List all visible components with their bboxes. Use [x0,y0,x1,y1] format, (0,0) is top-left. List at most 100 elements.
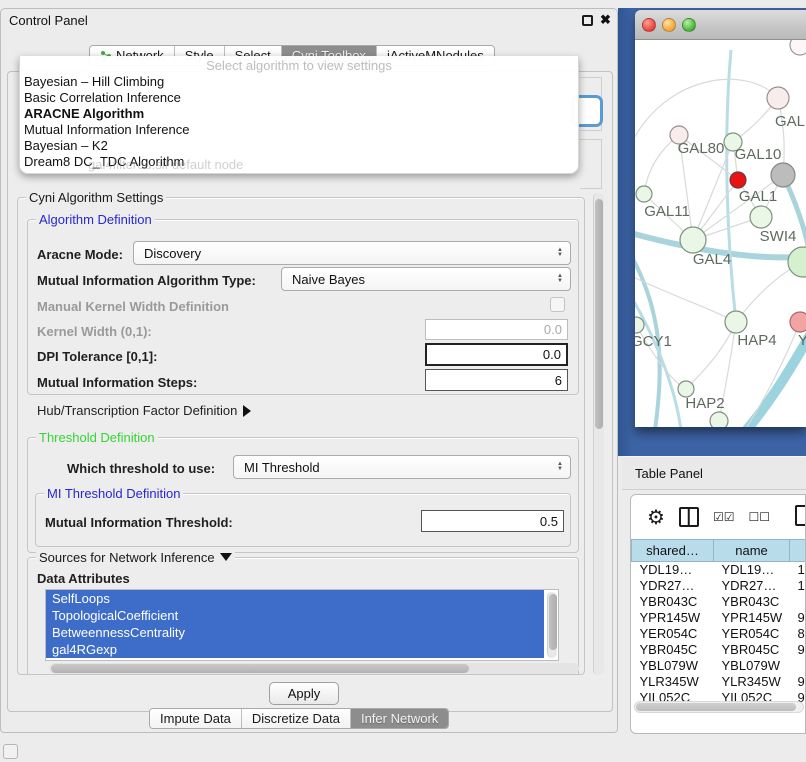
gear-icon[interactable]: ⚙ [647,505,665,530]
table-row[interactable]: YLR345WYLR345W9. [632,674,806,690]
list-horizontal-scrollbar-thumb[interactable] [51,664,469,673]
apply-button-label: Apply [288,686,321,701]
dropdown-item[interactable]: Mutual Information Inference [24,122,189,138]
table-horizontal-scrollbar[interactable] [634,701,804,713]
apply-button[interactable]: Apply [269,682,339,705]
tab-label: Discretize Data [252,711,340,726]
settings-scrollbar-thumb[interactable] [595,199,603,429]
cell[interactable]: YDR27… [714,578,790,594]
cell[interactable]: YBR043C [632,594,714,610]
table-row[interactable]: YDL19…YDL19…13 [632,562,806,578]
cell[interactable]: 9. [790,674,806,690]
cell[interactable]: 12 [790,578,806,594]
table-row[interactable]: YDR27…YDR27…12 [632,578,806,594]
sources-toggle[interactable]: Sources for Network Inference [36,550,235,565]
table-row[interactable]: YBR045CYBR045C9. [632,642,806,658]
dropdown-item[interactable]: Basic Correlation Inference [24,90,181,106]
close-traffic-button[interactable] [642,18,656,32]
list-item-selected[interactable]: BetweennessCentrality [46,624,544,641]
column-header[interactable]: name [714,540,790,562]
list-scrollbar[interactable] [547,592,557,658]
deselect-all-icon[interactable]: ☐☐ [748,510,770,524]
mi-threshold-input[interactable] [421,510,564,532]
list-item-selected[interactable]: gal4RGexp [46,641,544,658]
float-window-icon[interactable] [582,15,593,26]
cell[interactable]: YBR045C [632,642,714,658]
cell[interactable]: YDL19… [632,562,714,578]
table-row[interactable]: YPR145WYPR145W9. [632,610,806,626]
cell[interactable]: YER054C [632,626,714,642]
settings-scrollbar[interactable] [593,193,604,675]
node-gal1[interactable] [750,206,772,228]
cell[interactable]: YBR043C [714,594,790,610]
tab-infer-network[interactable]: Infer Network [351,709,448,728]
manual-kernel-label: Manual Kernel Width Definition [37,299,229,314]
cell[interactable]: YDR27… [632,578,714,594]
tab-label: Impute Data [160,711,231,726]
select-all-icon[interactable]: ☑☑ [713,510,735,524]
hub-section-toggle[interactable]: Hub/Transcription Factor Definition [37,403,251,418]
which-threshold-select[interactable]: MI Threshold ▲▼ [233,455,571,479]
control-panel-titlebar[interactable]: Control Panel ✖ [1,9,617,33]
tab-impute-data[interactable]: Impute Data [150,709,242,728]
data-attributes-list[interactable]: SelfLoops TopologicalCoefficient Between… [45,589,559,661]
mi-threshold-label: Mutual Information Threshold: [45,515,233,530]
node-salmon[interactable] [790,312,806,332]
combo-value: MI Threshold [244,460,320,475]
node-bottom[interactable] [710,412,728,427]
cell[interactable]: YBL079W [714,658,790,674]
cell[interactable] [790,594,806,610]
node-gal11[interactable] [636,186,652,202]
dpi-tolerance-input[interactable] [425,343,568,366]
cell[interactable]: 9. [790,610,806,626]
cell[interactable]: YPR145W [632,610,714,626]
node-gal2[interactable] [767,87,789,109]
zoom-traffic-button[interactable] [682,18,696,32]
network-window-titlebar[interactable] [635,10,806,40]
cell[interactable]: YLR345W [632,674,714,690]
cell[interactable]: YPR145W [714,610,790,626]
network-canvas[interactable]: GAL GAL80 GAL10 GAL11 GAL1 SWI4 GAL4 GCY… [635,40,806,427]
page-icon[interactable] [795,505,806,526]
minimize-traffic-button[interactable] [662,18,676,32]
node-table: shared… name A YDL19…YDL19…13 YDR27…YDR2… [631,539,806,706]
dropdown-placeholder: Select algorithm to view settings [20,58,578,73]
cell[interactable]: YDL19… [714,562,790,578]
dropdown-item-aracne[interactable]: ARACNE Algorithm [24,106,144,122]
cell[interactable]: YLR345W [714,674,790,690]
list-horizontal-scrollbar[interactable] [49,663,579,674]
node-gray[interactable] [771,163,795,187]
split-view-icon[interactable] [679,507,699,527]
cell[interactable]: 9. [790,642,806,658]
node-swi4[interactable] [788,247,806,277]
kernel-width-input[interactable] [425,319,568,340]
cell[interactable]: 8. [790,626,806,642]
collapsed-panel-icon[interactable] [3,744,18,759]
cell[interactable]: YBR045C [714,642,790,658]
node-red-selected[interactable] [730,172,746,188]
cell[interactable]: YER054C [714,626,790,642]
column-header[interactable]: A [790,540,806,562]
close-icon[interactable]: ✖ [600,12,611,28]
table-horizontal-scrollbar-thumb[interactable] [636,703,796,711]
table-row[interactable]: YER054CYER054C8. [632,626,806,642]
aracne-mode-select[interactable]: Discovery ▲▼ [133,241,571,265]
dropdown-item[interactable]: Bayesian – Hill Climbing [24,74,164,90]
mi-steps-input[interactable] [425,369,568,391]
table-row[interactable]: YBL079WYBL079W [632,658,806,674]
node-gal4[interactable] [680,227,706,253]
cell[interactable] [790,658,806,674]
list-item-selected[interactable]: TopologicalCoefficient [46,607,544,624]
cell[interactable]: 13 [790,562,806,578]
mi-type-select[interactable]: Naive Bayes ▲▼ [281,267,571,291]
manual-kernel-checkbox[interactable] [550,297,565,312]
dropdown-item[interactable]: Bayesian – K2 [24,138,108,154]
node-partial-top[interactable] [790,40,806,55]
list-item-selected[interactable]: SelfLoops [46,590,544,607]
cell[interactable]: YBL079W [632,658,714,674]
tab-discretize-data[interactable]: Discretize Data [242,709,351,728]
table-row[interactable]: YBR043CYBR043C [632,594,806,610]
column-header[interactable]: shared… [632,540,714,562]
list-scrollbar-thumb[interactable] [549,594,557,650]
node-hap4[interactable] [725,311,747,333]
